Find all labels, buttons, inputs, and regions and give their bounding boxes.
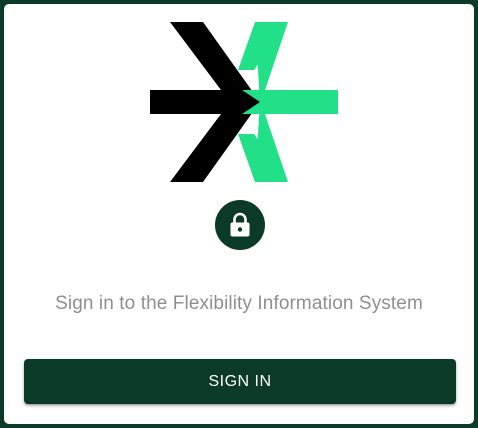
lock-badge xyxy=(215,200,265,250)
sign-in-card: Sign in to the Flexibility Information S… xyxy=(4,4,474,424)
flexibility-logo xyxy=(150,22,338,182)
logo-dark-shape xyxy=(150,22,260,182)
lock-icon xyxy=(230,212,250,237)
sign-in-button[interactable]: SIGN IN xyxy=(24,359,456,404)
sign-in-subtitle: Sign in to the Flexibility Information S… xyxy=(55,293,423,314)
